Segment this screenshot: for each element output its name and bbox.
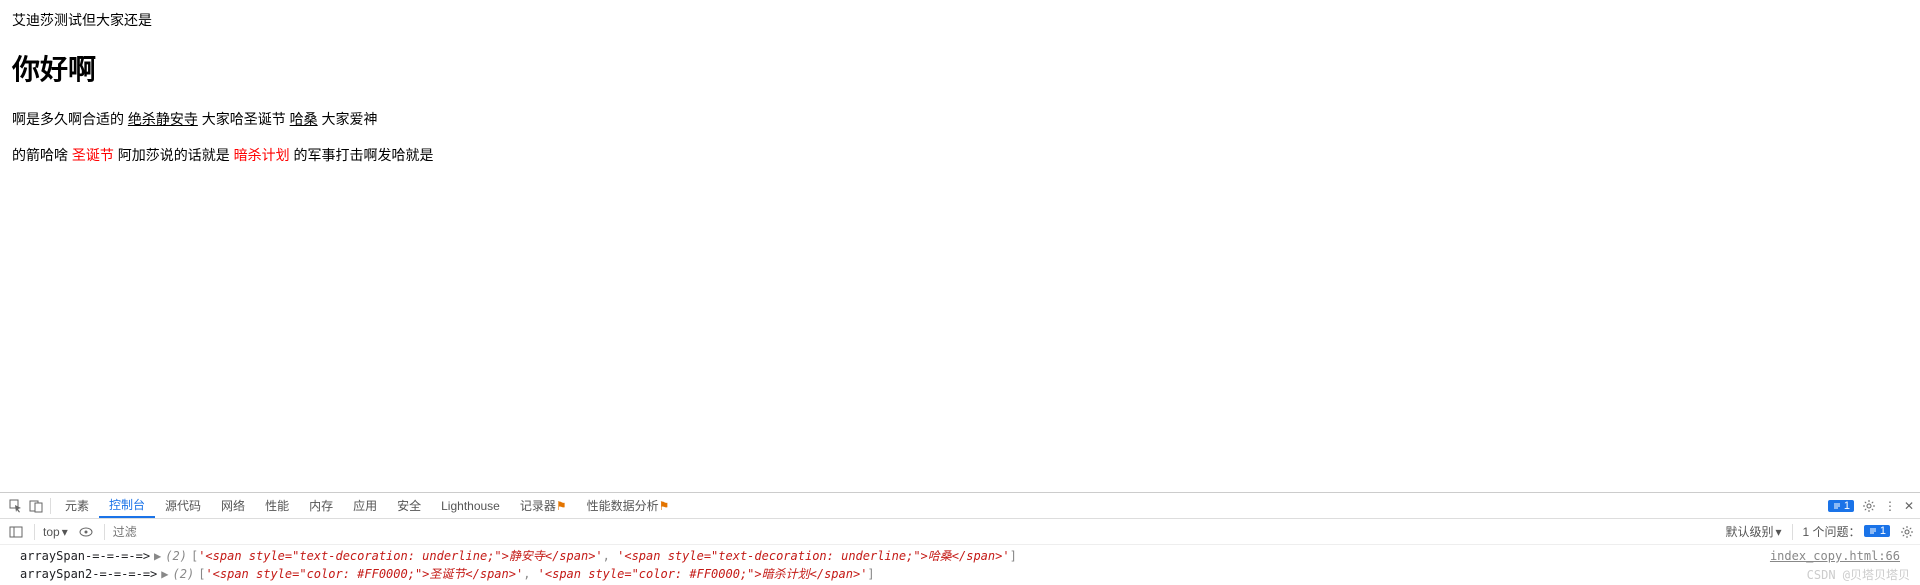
array-preview: ['<span style="color: #FF0000;">圣诞节</spa… xyxy=(198,566,874,582)
expand-arrow-icon[interactable]: ▶ xyxy=(154,548,161,564)
array-preview: ['<span style="text-decoration: underlin… xyxy=(191,548,1017,564)
level-dropdown[interactable]: 默认级别 ▾ xyxy=(1725,523,1781,540)
tab-sources[interactable]: 源代码 xyxy=(155,493,211,518)
text-segment: 啊是多久啊合适的 xyxy=(12,111,128,127)
red-text: 圣诞节 xyxy=(72,147,114,163)
page-heading: 你好啊 xyxy=(12,48,1908,88)
experimental-icon: ⚑ xyxy=(556,499,567,513)
text-segment: 大家哈圣诞节 xyxy=(198,111,290,127)
devtools-panel: 元素 控制台 源代码 网络 性能 内存 应用 安全 Lighthouse 记录器… xyxy=(0,492,1920,585)
chevron-down-icon: ▾ xyxy=(62,525,68,539)
eye-icon[interactable] xyxy=(76,525,96,539)
chevron-down-icon: ▾ xyxy=(1775,525,1781,539)
array-length: (2) xyxy=(173,566,195,582)
issues-badge-small: 1 xyxy=(1864,525,1890,537)
console-body: arraySpan-=-=-=-=> ▶ (2) ['<span style="… xyxy=(0,545,1920,585)
inspect-icon[interactable] xyxy=(6,499,26,513)
array-length: (2) xyxy=(165,548,187,564)
text-segment: 的军事打击啊发哈就是 xyxy=(290,147,434,163)
paragraph-2: 的箭哈啥 圣诞节 阿加莎说的话就是 暗杀计划 的军事打击啊发哈就是 xyxy=(12,144,1908,166)
tab-perf-insights[interactable]: 性能数据分析 ⚑ xyxy=(577,493,680,518)
source-link[interactable]: index_copy.html:66 xyxy=(1770,548,1900,564)
tab-memory[interactable]: 内存 xyxy=(299,493,343,518)
intro-text: 艾迪莎测试但大家还是 xyxy=(12,10,1908,30)
more-icon[interactable]: ⋮ xyxy=(1884,499,1896,513)
log-label: arraySpan2-=-=-=-=> xyxy=(20,566,157,582)
gear-icon[interactable] xyxy=(1862,499,1876,513)
underline-text: 哈桑 xyxy=(290,111,318,127)
sidebar-toggle-icon[interactable] xyxy=(6,525,26,539)
device-icon[interactable] xyxy=(26,499,46,513)
text-segment: 阿加莎说的话就是 xyxy=(114,147,234,163)
experimental-icon: ⚑ xyxy=(659,499,670,513)
tab-application[interactable]: 应用 xyxy=(343,493,387,518)
red-text: 暗杀计划 xyxy=(234,147,290,163)
text-segment: 大家爱神 xyxy=(318,111,378,127)
close-icon[interactable]: ✕ xyxy=(1904,499,1914,513)
issues-badge[interactable]: 1 xyxy=(1828,500,1854,512)
tab-recorder[interactable]: 记录器 ⚑ xyxy=(510,493,577,518)
console-row[interactable]: arraySpan-=-=-=-=> ▶ (2) ['<span style="… xyxy=(0,547,1920,565)
tab-lighthouse[interactable]: Lighthouse xyxy=(431,493,510,518)
tab-network[interactable]: 网络 xyxy=(211,493,255,518)
tab-console[interactable]: 控制台 xyxy=(99,493,155,518)
tab-security[interactable]: 安全 xyxy=(387,493,431,518)
filter-input[interactable] xyxy=(113,525,313,539)
text-segment: 的箭哈啥 xyxy=(12,147,72,163)
devtools-tabs: 元素 控制台 源代码 网络 性能 内存 应用 安全 Lighthouse 记录器… xyxy=(0,493,1920,519)
gear-icon[interactable] xyxy=(1900,525,1914,539)
log-label: arraySpan-=-=-=-=> xyxy=(20,548,150,564)
paragraph-1: 啊是多久啊合适的 绝杀静安寺 大家哈圣诞节 哈桑 大家爱神 xyxy=(12,108,1908,130)
expand-arrow-icon[interactable]: ▶ xyxy=(161,566,168,582)
console-toolbar: top ▾ 默认级别 ▾ 1 个问题： 1 xyxy=(0,519,1920,545)
page-content: 艾迪莎测试但大家还是 你好啊 啊是多久啊合适的 绝杀静安寺 大家哈圣诞节 哈桑 … xyxy=(0,0,1920,492)
underline-text: 绝杀静安寺 xyxy=(128,111,198,127)
tab-performance[interactable]: 性能 xyxy=(255,493,299,518)
tab-elements[interactable]: 元素 xyxy=(55,493,99,518)
console-row[interactable]: arraySpan2-=-=-=-=> ▶ (2) ['<span style=… xyxy=(0,565,1920,583)
issues-label[interactable]: 1 个问题： 1 xyxy=(1803,523,1890,540)
context-dropdown[interactable]: top ▾ xyxy=(43,525,68,539)
